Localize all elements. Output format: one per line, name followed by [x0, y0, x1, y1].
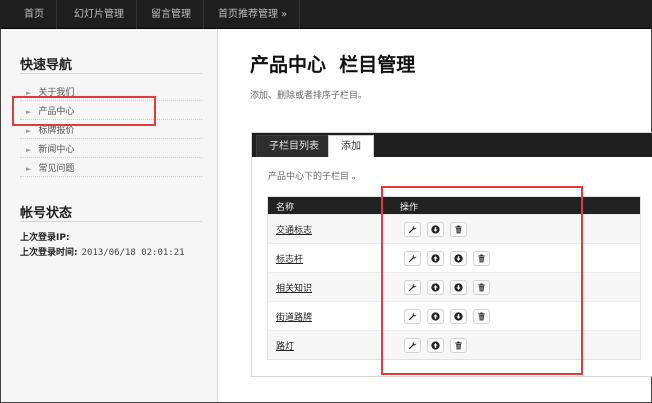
sidebar-item-label: 常见问题: [38, 164, 75, 174]
nav-item-messages[interactable]: 留言管理: [139, 0, 204, 29]
top-navbar: 首页 幻灯片管理 留言管理 首页推荐管理 »: [0, 0, 652, 29]
nav-item-recommend[interactable]: 首页推荐管理 »: [206, 0, 301, 29]
last-login-ip-label: 上次登录IP:: [20, 233, 70, 243]
nav-item-home[interactable]: 首页: [12, 0, 57, 29]
panel-description: 产品中心下的子栏目 。: [268, 172, 361, 182]
sidebar-item-label: 标牌报价: [38, 126, 75, 136]
divider: [20, 157, 202, 158]
sidebar-item-faq[interactable]: ► 常见问题: [26, 161, 74, 174]
subcategory-name-link[interactable]: 街道路牌: [276, 310, 312, 323]
sidebar-item-news[interactable]: ► 新闻中心: [26, 142, 74, 155]
column-header-name: 名称: [276, 203, 295, 213]
tab-add[interactable]: 添加: [328, 135, 374, 157]
last-login-time-value: 2013/06/18 02:01:21: [81, 248, 185, 258]
tab-subcategory-list[interactable]: 子栏目列表: [256, 135, 332, 157]
subcategory-name-link[interactable]: 路灯: [276, 339, 294, 352]
divider: [20, 73, 202, 74]
last-login-ip: 上次登录IP:: [20, 230, 70, 243]
divider: [20, 176, 202, 177]
divider: [20, 221, 202, 222]
bullet-icon: ►: [26, 165, 32, 173]
subcategory-name-link[interactable]: 交通标志: [276, 223, 312, 236]
bullet-icon: ►: [26, 146, 32, 154]
page-subtitle: 添加、删除或者排序子栏目。: [250, 91, 368, 101]
subcategory-name-link[interactable]: 相关知识: [276, 281, 312, 294]
quick-nav-title: 快速导航: [20, 58, 73, 73]
highlight-box-actions: [381, 186, 583, 375]
page-title: 产品中心 栏目管理: [250, 54, 416, 76]
last-login-time-label: 上次登录时间:: [20, 248, 78, 258]
account-status-title: 帐号状态: [20, 206, 73, 221]
subcategory-name-link[interactable]: 标志杆: [276, 252, 303, 265]
last-login-time: 上次登录时间: 2013/06/18 02:01:21: [20, 245, 185, 258]
panel-tab-bar: 子栏目列表 添加: [252, 133, 652, 157]
sidebar-item-label: 新闻中心: [38, 145, 75, 155]
highlight-box-sidebar: [12, 96, 156, 126]
nav-item-slides[interactable]: 幻灯片管理: [62, 0, 137, 29]
bullet-icon: ►: [26, 127, 32, 135]
divider: [20, 138, 202, 139]
